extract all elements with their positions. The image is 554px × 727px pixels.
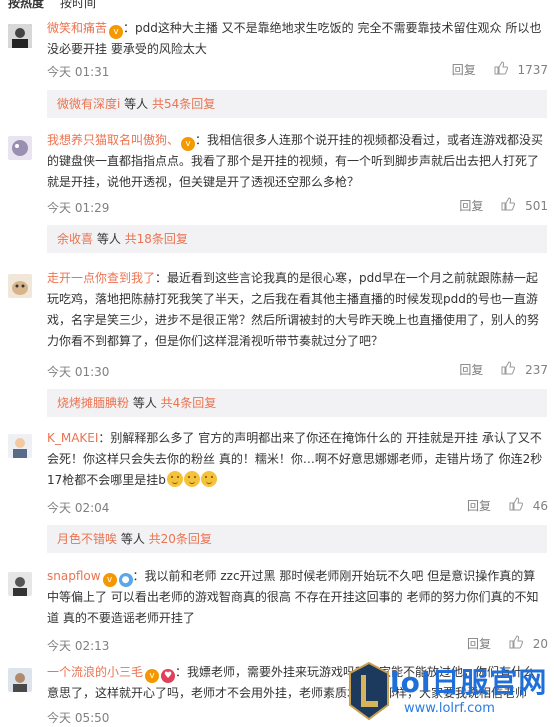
- reply-summary[interactable]: 月色不错唉 等人 共20条回复: [47, 525, 547, 553]
- smile-emoji-icon: [183, 471, 200, 487]
- avatar[interactable]: [8, 274, 32, 298]
- comment-text: ：别解释那么多了 官方的声明都出来了你还在掩饰什么的 开挂就是开挂 承认了又不会…: [47, 431, 543, 487]
- reply-username[interactable]: 月色不错唉: [57, 532, 117, 546]
- reply-summary[interactable]: 烧烤摊腼腆粉 等人 共4条回复: [47, 389, 547, 417]
- smile-emoji-icon: [200, 471, 217, 487]
- reply-button[interactable]: 回复: [467, 635, 491, 652]
- reply-button[interactable]: 回复: [459, 361, 483, 378]
- reply-others-label: 等人: [93, 232, 125, 246]
- reply-username[interactable]: 微微有深度i: [57, 97, 120, 111]
- watermark-text: lol日服官网: [390, 666, 548, 699]
- like-count: 20: [532, 636, 548, 651]
- like-count: 1737: [517, 62, 548, 77]
- heart-badge-icon: ♥: [161, 669, 176, 683]
- comment-text-block: 微笑和痛苦 v ：pdd这种大主播 又不是靠绝地求生吃饭的 完全不需要靠技术留住观众…: [47, 18, 547, 60]
- reply-others-label: 等人: [120, 97, 152, 111]
- comment-username[interactable]: snapflow: [47, 569, 101, 583]
- avatar[interactable]: [8, 572, 32, 596]
- reply-username[interactable]: 余收喜: [57, 232, 93, 246]
- sort-bar: 按热度 按时间: [0, 0, 554, 12]
- thumbs-up-icon[interactable]: [501, 361, 516, 378]
- like-count: 237: [525, 362, 548, 377]
- reply-others-label: 等人: [117, 532, 149, 546]
- thumbs-up-icon[interactable]: [509, 635, 523, 652]
- smile-emoji-icon: [166, 471, 183, 487]
- avatar[interactable]: [8, 24, 32, 48]
- reply-others-label: 等人: [129, 396, 161, 410]
- vip-badge-icon: v: [145, 669, 160, 683]
- reply-summary[interactable]: 微微有深度i 等人 共54条回复: [47, 90, 547, 118]
- thumbs-up-icon[interactable]: [501, 197, 516, 214]
- vip-badge-icon: v: [102, 573, 117, 587]
- comment-time: 今天 02:04: [47, 501, 110, 515]
- vip-badge-icon: v: [109, 25, 124, 39]
- like-count: 501: [525, 198, 548, 213]
- thumbs-up-icon[interactable]: [509, 497, 523, 514]
- reply-count-link[interactable]: 共4条回复: [161, 396, 217, 410]
- comment-actions: 回复 501: [459, 197, 548, 214]
- reply-count-link[interactable]: 共54条回复: [152, 97, 215, 111]
- balloon-badge-icon: ●: [118, 573, 133, 587]
- comment-time: 今天 01:29: [47, 201, 110, 215]
- reply-button[interactable]: 回复: [452, 61, 476, 78]
- vip-badge-icon: v: [181, 137, 196, 151]
- sort-time-tab[interactable]: 按时间: [60, 0, 96, 11]
- reply-count-link[interactable]: 共18条回复: [125, 232, 188, 246]
- comment-time: 今天 02:13: [47, 639, 110, 653]
- reply-button[interactable]: 回复: [467, 497, 491, 514]
- comment-actions: 回复 20: [467, 635, 548, 652]
- sort-hot-tab[interactable]: 按热度: [8, 0, 44, 11]
- comment-time: 今天 01:30: [47, 365, 110, 379]
- avatar[interactable]: [8, 434, 32, 458]
- comment-username[interactable]: 一个流浪的小三毛: [47, 665, 143, 679]
- thumbs-up-icon[interactable]: [494, 61, 508, 78]
- comment-username[interactable]: K_MAKEI: [47, 431, 98, 445]
- comment-actions: 回复 237: [459, 361, 548, 378]
- avatar[interactable]: [8, 136, 32, 160]
- avatar[interactable]: [8, 668, 32, 692]
- comment-text-block: snapflow v ● ：我以前和老师 zzc开过黑 那时候老师刚开始玩不久吧 但是…: [47, 566, 547, 629]
- comment-username[interactable]: 走开一点你查到我了: [47, 271, 155, 285]
- watermark-url: www.lolrf.com: [404, 701, 495, 716]
- reply-count-link[interactable]: 共20条回复: [149, 532, 212, 546]
- site-watermark: lol日服官网 www.lolrf.com: [344, 655, 554, 727]
- reply-summary[interactable]: 余收喜 等人 共18条回复: [47, 225, 547, 253]
- reply-username[interactable]: 烧烤摊腼腆粉: [57, 396, 129, 410]
- like-count: 46: [532, 498, 548, 513]
- comment-text-block: K_MAKEI：别解释那么多了 官方的声明都出来了你还在掩饰什么的 开挂就是开挂…: [47, 428, 547, 491]
- comment-text-block: 我想养只猫取名叫傲狗、 v ：我相信很多人连那个说开挂的视频都没看过，或者连游戏都没…: [47, 130, 547, 193]
- comment-username[interactable]: 微笑和痛苦: [47, 21, 107, 35]
- comment-actions: 回复 1737: [452, 61, 548, 78]
- lol-logo-icon: [349, 661, 389, 721]
- reply-button[interactable]: 回复: [459, 197, 483, 214]
- comment-text-block: 走开一点你查到我了：最近看到这些言论我真的是很心寒，pdd早在一个月之前就跟陈赫…: [47, 268, 547, 352]
- comment-time: 今天 05:50: [47, 711, 110, 725]
- comment-username[interactable]: 我想养只猫取名叫傲狗、: [47, 133, 179, 147]
- comment-actions: 回复 46: [467, 497, 548, 514]
- comment-time: 今天 01:31: [47, 65, 110, 79]
